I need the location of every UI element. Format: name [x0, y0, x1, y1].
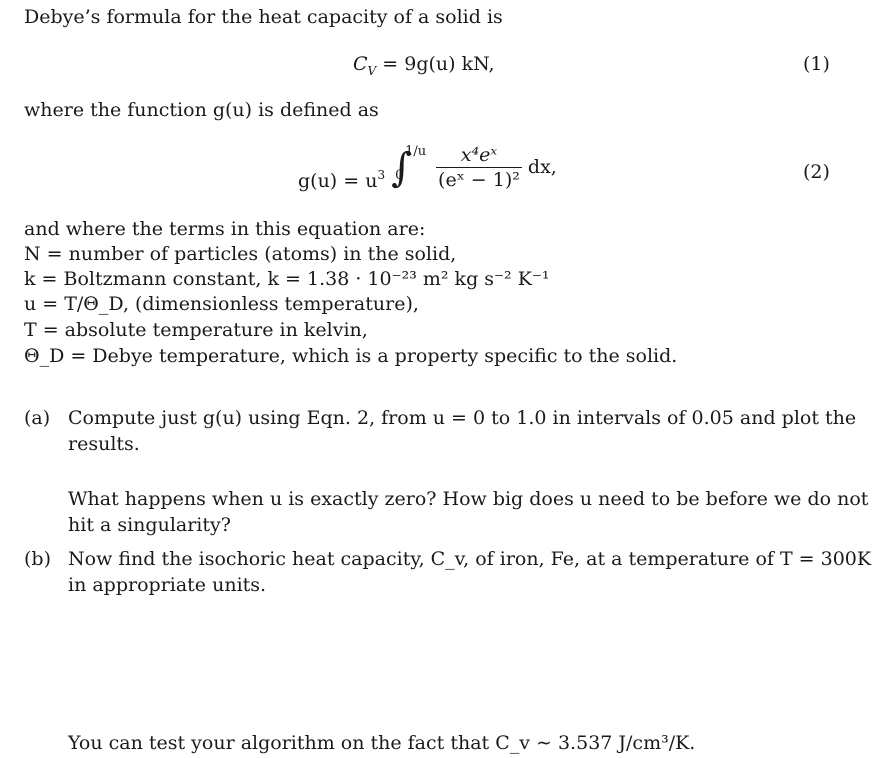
part-b-line1: Now find the isochoric heat capacity, C_…	[68, 548, 872, 570]
terms-intro-text: and where the terms in this equation are…	[24, 218, 426, 240]
intro-text: Debye’s formula for the heat capacity of…	[24, 6, 503, 28]
integrand-numerator: x⁴eˣ	[436, 143, 522, 168]
eq1-lhs: C	[353, 53, 368, 75]
part-a-question1: What happens when u is exactly zero? How…	[68, 488, 869, 510]
eq1-lhs-sub: V	[367, 64, 377, 78]
term-n: N = number of particles (atoms) in the s…	[24, 243, 457, 265]
part-a-line1: Compute just g(u) using Eqn. 2, from u =…	[68, 407, 857, 429]
lower-limit: 0	[395, 167, 404, 183]
part-a-line2: results.	[68, 433, 140, 455]
term-u: u = T/Θ_D, (dimensionless temperature),	[24, 293, 419, 315]
integral-sign: ∫ 1/u 0	[391, 144, 426, 188]
term-t: T = absolute temperature in kelvin,	[24, 319, 368, 341]
eq1-rhs: = 9g(u) kN,	[382, 53, 495, 75]
equation-2: g(u) = u3 ∫ 1/u 0 x⁴eˣ (eˣ − 1)² dx,	[298, 143, 557, 205]
equation-1: CV = 9g(u) kN,	[353, 52, 495, 78]
function-intro-text: where the function g(u) is defined as	[24, 99, 379, 121]
upper-limit: 1/u	[405, 143, 427, 159]
term-k: k = Boltzmann constant, k = 1.38 · 10⁻²³…	[24, 268, 550, 290]
equation-1-number: (1)	[803, 53, 830, 75]
part-b-label: (b)	[24, 548, 51, 570]
equation-2-number: (2)	[803, 161, 830, 183]
part-a-question2: hit a singularity?	[68, 514, 231, 536]
eq2-lhs: g(u) = u	[298, 169, 378, 192]
eq2-lhs-sup: 3	[377, 167, 386, 182]
term-theta-d: Θ_D = Debye temperature, which is a prop…	[24, 345, 678, 367]
differential: dx,	[527, 155, 557, 178]
part-b-line2: in appropriate units.	[68, 574, 267, 596]
integrand-fraction: x⁴eˣ (eˣ − 1)²	[436, 143, 522, 192]
part-a-label: (a)	[24, 407, 51, 429]
integrand-denominator: (eˣ − 1)²	[438, 169, 520, 191]
test-hint: You can test your algorithm on the fact …	[68, 732, 696, 754]
